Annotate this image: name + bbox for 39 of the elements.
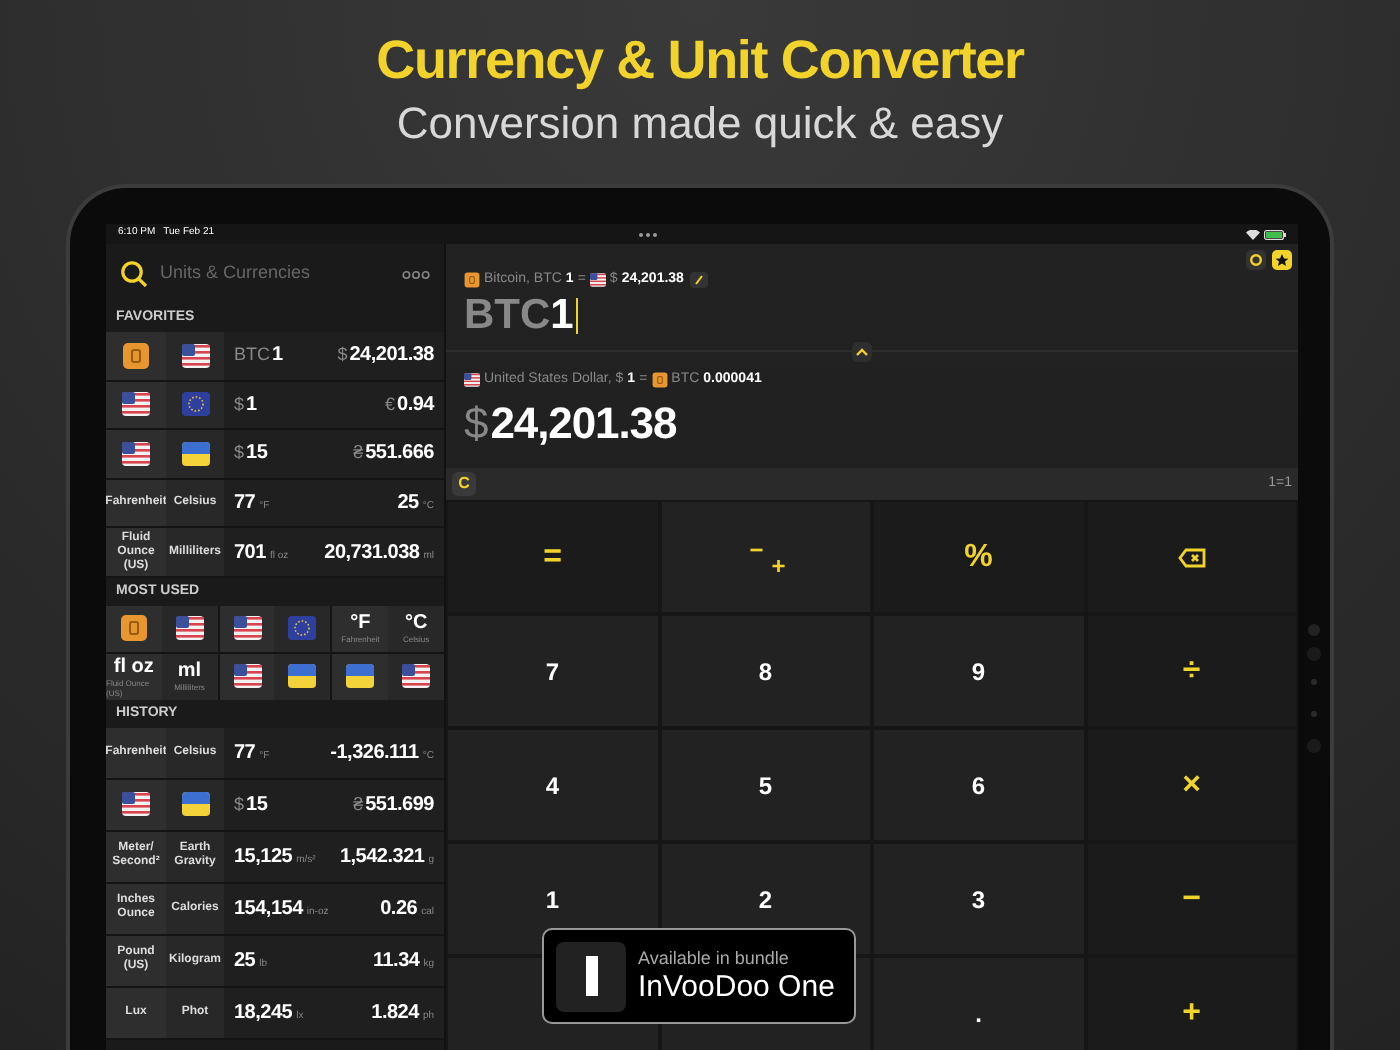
amount-value: 551.666 [365,440,434,469]
amount-value: 15 [246,791,268,820]
amount-value: 15 [246,440,268,469]
currency-symbol: BTC [234,342,270,369]
currency-symbol: $ [234,791,245,818]
amount-value: 24,201.38 [490,396,677,452]
unit-symbol: °C [404,612,428,635]
headline-title: Currency & Unit Converter [376,28,1024,92]
unit-symbol: fl oz [113,655,154,678]
amount-value: 701 [234,539,266,568]
amount-value: 1 [246,391,257,420]
currency-symbol: ₴ [353,440,364,467]
amount-value: 20,731.038 [324,539,420,568]
currency-symbol: $ [234,440,245,467]
badge-title: InVooDoo One [638,969,835,1005]
currency-symbol: € [385,391,396,418]
amount-value: 1,542.321 [339,843,425,872]
amount-value: 0.94 [397,391,434,420]
amount-value: 0.26 [380,895,418,924]
amount-value: 24,201.38 [349,342,434,371]
unit-symbol: °F [350,612,371,635]
amount-value: 1.824 [371,999,419,1028]
currency-symbol: ₴ [353,791,364,818]
currency-symbol: $ [464,396,489,452]
currency-symbol: $ [337,342,348,369]
amount-value: 551.699 [365,791,434,820]
currency-symbol: $ [234,391,245,418]
amount-value: 25 [234,947,256,976]
amount-value: 15,125 [234,843,293,872]
amount-value: 25 [397,490,419,519]
amount-value: 77 [234,490,256,519]
unit-symbol: ml [177,660,202,683]
amount-value: 154,154 [234,895,303,924]
amount-value: 77 [234,739,256,768]
amount-value: 18,245 [234,999,293,1028]
amount-value: 11.34 [372,947,420,976]
amount-value: -1,326.111 [330,739,419,768]
headline-subtitle: Conversion made quick & easy [396,96,1004,152]
amount-value: 1 [272,342,283,371]
